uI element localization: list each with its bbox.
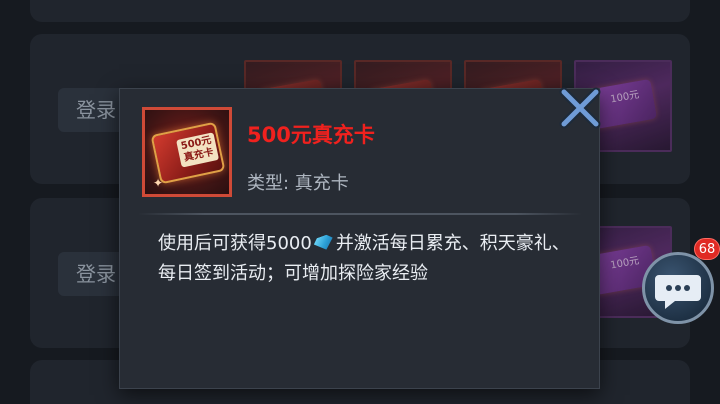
game-screen: 登录 登录 100元 100元 500元真充卡 ✦ 500元真充卡 类型: 真充…: [0, 0, 720, 404]
unread-badge: 68: [694, 238, 720, 260]
item-info-popup: 500元真充卡 ✦ 500元真充卡 类型: 真充卡 使用后可获得5000 并激活每…: [119, 88, 600, 389]
ticket-label: 500元真充卡: [176, 132, 220, 168]
item-type: 类型: 真充卡: [247, 173, 349, 194]
close-x-icon: [559, 87, 601, 129]
item-icon-frame: 500元真充卡 ✦: [142, 107, 232, 197]
background-row: [30, 0, 690, 22]
chat-button[interactable]: 68: [638, 238, 720, 324]
close-button[interactable]: [558, 86, 602, 130]
recharge-card-icon: 500元真充卡: [150, 121, 226, 185]
item-description: 使用后可获得5000 并激活每日累充、积天豪礼、每日签到活动；可增加探险家经验: [158, 229, 578, 289]
diamond-icon: [312, 233, 336, 253]
item-title: 500元真充卡: [247, 123, 375, 147]
description-text: 使用后可获得5000: [158, 233, 312, 254]
sparkle-icon: ✦: [153, 176, 164, 190]
chat-bubble-icon: [655, 275, 701, 309]
chat-button-circle: [642, 252, 714, 324]
divider: [138, 213, 582, 215]
